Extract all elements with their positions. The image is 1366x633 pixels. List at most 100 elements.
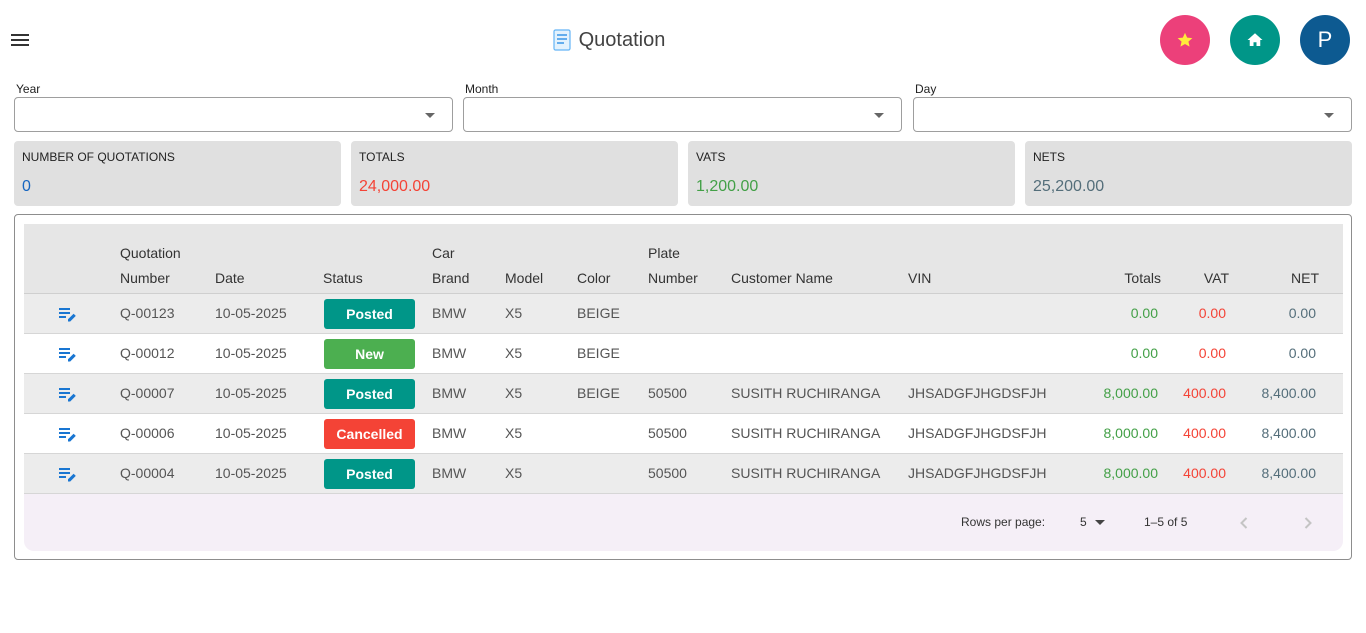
- rows-per-page-select[interactable]: 5: [1080, 510, 1110, 534]
- status-badge[interactable]: New: [324, 339, 415, 369]
- table-row[interactable]: Q-00123 10-05-2025 BMW X5 BEIGE Posted 0.00 0.0…: [24, 294, 1343, 334]
- cell-quotation-number: Q-00004: [120, 465, 175, 481]
- edit-note-icon: [59, 468, 76, 482]
- cell-model: X5: [505, 385, 523, 401]
- month-label: Month: [465, 82, 499, 96]
- cell-date: 10-05-2025: [215, 465, 287, 481]
- month-select[interactable]: [463, 97, 902, 132]
- cell-vin: JHSADGFJHGDSFJH: [908, 465, 1047, 481]
- pagination-range: 1–5 of 5: [1144, 515, 1188, 529]
- cell-date: 10-05-2025: [215, 425, 287, 441]
- cell-vin: JHSADGFJHGDSFJH: [908, 385, 1047, 401]
- summary-value: 25,200.00: [1033, 178, 1105, 195]
- edit-button[interactable]: [58, 464, 78, 484]
- next-page-button[interactable]: [1296, 511, 1320, 535]
- previous-page-button[interactable]: [1232, 511, 1256, 535]
- header-customer-name[interactable]: Customer Name: [731, 266, 833, 291]
- summary-card-quotations: NUMBER OF QUOTATIONS 0: [14, 141, 341, 206]
- summary-card-nets: NETS 25,200.00: [1025, 141, 1352, 206]
- cell-car-brand: BMW: [432, 305, 467, 321]
- year-select[interactable]: [14, 97, 453, 132]
- cell-date: 10-05-2025: [215, 345, 287, 361]
- status-badge[interactable]: Posted: [324, 459, 415, 489]
- avatar[interactable]: P: [1300, 15, 1350, 65]
- cell-vin: JHSADGFJHGDSFJH: [908, 425, 1047, 441]
- page-title: Quotation: [578, 28, 666, 51]
- quotation-table-container: Quotation Number Date Status Car Brand M…: [14, 214, 1352, 560]
- quotation-table: Quotation Number Date Status Car Brand M…: [24, 224, 1343, 551]
- header-vat[interactable]: VAT: [1164, 266, 1229, 291]
- cell-vat: 400.00: [1183, 465, 1226, 481]
- cell-date: 10-05-2025: [215, 385, 287, 401]
- cell-net: 8,400.00: [1261, 465, 1317, 481]
- status-badge[interactable]: Posted: [324, 299, 415, 329]
- header-totals[interactable]: Totals: [1064, 266, 1161, 291]
- favorite-button[interactable]: [1160, 15, 1210, 65]
- cell-net: 0.00: [1288, 305, 1316, 321]
- cell-quotation-number: Q-00007: [120, 385, 175, 401]
- day-filter: Day: [913, 82, 1352, 132]
- cell-model: X5: [505, 305, 523, 321]
- cell-vat: 0.00: [1198, 345, 1226, 361]
- header-color[interactable]: Color: [577, 266, 610, 291]
- cell-quotation-number: Q-00123: [120, 305, 175, 321]
- table-row[interactable]: Q-00006 10-05-2025 BMW X5 50500 SUSITH RUCHIR…: [24, 414, 1343, 454]
- header-car-brand[interactable]: Car Brand: [432, 241, 469, 291]
- summary-label: TOTALS: [359, 150, 405, 164]
- day-select[interactable]: [913, 97, 1352, 132]
- cell-net: 0.00: [1288, 345, 1316, 361]
- cell-vat: 0.00: [1198, 305, 1226, 321]
- cell-date: 10-05-2025: [215, 305, 287, 321]
- status-badge[interactable]: Cancelled: [324, 419, 415, 449]
- header-net[interactable]: NET: [1244, 266, 1319, 291]
- edit-button[interactable]: [58, 344, 78, 364]
- edit-note-icon: [59, 428, 76, 442]
- cell-customer-name: SUSITH RUCHIRANGA: [731, 385, 881, 401]
- header-plate-number[interactable]: Plate Number: [648, 241, 698, 291]
- summary-value: 1,200.00: [696, 178, 759, 195]
- cell-quotation-number: Q-00012: [120, 345, 175, 361]
- star-icon: [1177, 32, 1193, 47]
- table-pagination: Rows per page: 5 1–5 of 5: [24, 494, 1343, 551]
- rows-per-page-label: Rows per page:: [961, 515, 1046, 529]
- cell-vat: 400.00: [1183, 385, 1226, 401]
- cell-totals: 8,000.00: [1103, 385, 1159, 401]
- cell-car-brand: BMW: [432, 465, 467, 481]
- header-model[interactable]: Model: [505, 266, 543, 291]
- cell-car-brand: BMW: [432, 425, 467, 441]
- summary-card-totals: TOTALS 24,000.00: [351, 141, 678, 206]
- cell-color: BEIGE: [577, 385, 620, 401]
- table-row[interactable]: Q-00012 10-05-2025 BMW X5 BEIGE New 0.00 0.00 0.…: [24, 334, 1343, 374]
- cell-net: 8,400.00: [1261, 385, 1317, 401]
- cell-car-brand: BMW: [432, 385, 467, 401]
- cell-model: X5: [505, 345, 523, 361]
- cell-color: BEIGE: [577, 305, 620, 321]
- header-quotation-number[interactable]: Quotation Number: [120, 241, 181, 291]
- status-badge[interactable]: Posted: [324, 379, 415, 409]
- cell-customer-name: SUSITH RUCHIRANGA: [731, 425, 881, 441]
- header-date[interactable]: Date: [215, 266, 245, 291]
- cell-totals: 8,000.00: [1103, 425, 1159, 441]
- home-button[interactable]: [1230, 15, 1280, 65]
- cell-plate-number: 50500: [648, 465, 687, 481]
- chevron-right-icon: [1304, 517, 1312, 529]
- header-status[interactable]: Status: [323, 266, 363, 291]
- cell-model: X5: [505, 465, 523, 481]
- cell-totals: 0.00: [1130, 305, 1158, 321]
- summary-card-vats: VATS 1,200.00: [688, 141, 1015, 206]
- header-vin[interactable]: VIN: [908, 266, 931, 291]
- cell-plate-number: 50500: [648, 385, 687, 401]
- rows-per-page-value: 5: [1080, 515, 1087, 529]
- edit-button[interactable]: [58, 304, 78, 324]
- edit-button[interactable]: [58, 424, 78, 444]
- month-filter: Month: [463, 82, 902, 132]
- receipt-icon: [553, 29, 571, 51]
- edit-button[interactable]: [58, 384, 78, 404]
- table-row[interactable]: Q-00004 10-05-2025 BMW X5 50500 SUSITH RUCHIR…: [24, 454, 1343, 494]
- cell-totals: 8,000.00: [1103, 465, 1159, 481]
- arrow-drop-down-icon: [1324, 113, 1334, 118]
- chevron-left-icon: [1240, 517, 1248, 529]
- cell-quotation-number: Q-00006: [120, 425, 175, 441]
- table-row[interactable]: Q-00007 10-05-2025 BMW X5 BEIGE 50500 SUSITH R…: [24, 374, 1343, 414]
- arrow-drop-down-icon: [1095, 520, 1105, 525]
